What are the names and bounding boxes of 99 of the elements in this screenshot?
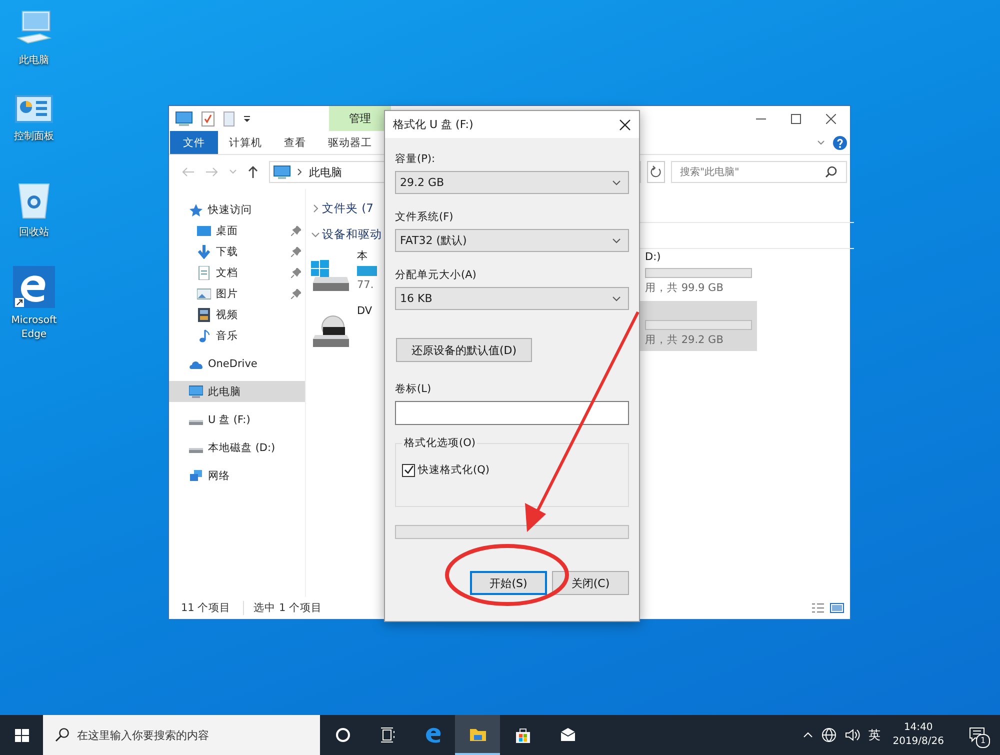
input-method-indicator[interactable]: 英: [868, 726, 881, 744]
clock-date[interactable]: 2019/8/26: [892, 735, 944, 749]
clock-time[interactable]: 14:40: [904, 721, 933, 735]
speaker-icon[interactable]: [844, 728, 861, 742]
dropdown-icon[interactable]: [243, 114, 251, 122]
drive-name: D:): [645, 251, 662, 265]
chevron-right-icon[interactable]: [311, 204, 320, 212]
drive-icon: [189, 448, 203, 452]
picture-icon: [197, 286, 211, 300]
taskbar-search-field[interactable]: 在这里输入你要搜索的内容: [43, 715, 320, 755]
network-icon[interactable]: [820, 727, 837, 743]
nav-item[interactable]: 文档: [169, 262, 305, 283]
nav-item[interactable]: 网络: [169, 465, 305, 486]
dropdown[interactable]: FAT32 (默认): [395, 229, 629, 252]
dialog-title: 格式化 U 盘 (F:): [393, 117, 474, 132]
address-text: 此电脑: [309, 164, 342, 180]
shopping-bag-icon: [514, 726, 530, 744]
restore-defaults-button[interactable]: 还原设备的默认值(D): [396, 338, 532, 362]
drive-name: 本: [357, 249, 369, 263]
drive-name: DV: [357, 305, 372, 319]
volume-label-input[interactable]: [395, 401, 629, 425]
ribbon-tab[interactable]: 文件: [170, 131, 218, 154]
up-arrow-icon[interactable]: [247, 165, 259, 179]
chevron-up-icon[interactable]: [802, 732, 813, 738]
ribbon-tab[interactable]: 计算机: [218, 131, 273, 154]
notification-button[interactable]: 1: [962, 720, 992, 750]
cortana-icon: [334, 726, 350, 744]
down-arrow-icon: [197, 244, 211, 258]
computer-icon: [175, 110, 193, 126]
edge-icon[interactable]: [13, 266, 55, 308]
desktop-icon: [197, 224, 211, 238]
star-icon: [189, 202, 203, 216]
envelope-icon: [560, 726, 576, 744]
nav-item[interactable]: 图片: [169, 283, 305, 304]
help-icon[interactable]: [833, 136, 847, 150]
search-icon: [825, 166, 837, 178]
checkbox[interactable]: [402, 464, 415, 476]
field-label: 容量(P):: [395, 152, 436, 166]
chevron-down-icon: [612, 180, 621, 186]
group-header[interactable]: 设备和驱动: [322, 226, 382, 242]
tiles-view-icon[interactable]: [830, 603, 844, 613]
control-panel-icon[interactable]: [14, 94, 54, 124]
drive-space-text: 77.: [357, 279, 375, 291]
ribbon-tab[interactable]: 查看: [273, 131, 317, 154]
field-label: 文件系统(F): [395, 210, 454, 224]
chevron-down-icon: [612, 238, 621, 244]
network-icon: [189, 468, 203, 482]
selection-count: 选中 1 个项目: [242, 601, 322, 615]
message-icon: [969, 727, 985, 743]
computer-icon: [273, 165, 291, 179]
refresh-icon[interactable]: [647, 161, 665, 183]
chevron-down-icon[interactable]: [311, 230, 320, 238]
close-icon[interactable]: [619, 118, 631, 130]
dvd-drive-icon[interactable]: [311, 315, 351, 349]
details-view-icon[interactable]: [812, 603, 824, 613]
search-field[interactable]: 搜索"此电脑": [671, 161, 847, 183]
notification-count: 1: [976, 734, 990, 748]
maximize-icon[interactable]: [791, 114, 801, 124]
item-count: 11 个项目: [181, 601, 231, 615]
field-label: 卷标(L): [395, 382, 432, 396]
nav-item[interactable]: 本地磁盘 (D:): [169, 437, 305, 458]
group-title: 格式化选项(O): [402, 436, 478, 450]
properties-icon[interactable]: [201, 110, 215, 126]
drive-icon: [189, 420, 203, 424]
nav-item[interactable]: 下载: [169, 241, 305, 262]
group-header[interactable]: 文件夹 (7: [322, 200, 374, 216]
chevron-down-icon: [612, 296, 621, 302]
edge-icon: [424, 726, 440, 744]
usage-bar: [357, 266, 377, 276]
task-view-icon: [380, 726, 396, 744]
nav-item[interactable]: 此电脑: [169, 381, 305, 402]
nav-item[interactable]: 桌面: [169, 220, 305, 241]
chevron-right-icon: [297, 168, 303, 176]
nav-item[interactable]: 视频: [169, 304, 305, 325]
search-icon: [55, 728, 69, 742]
computer-icon: [189, 384, 203, 398]
chevron-down-icon[interactable]: [817, 140, 825, 146]
context-tab-header: 管理: [329, 106, 391, 131]
check-icon: [404, 465, 414, 475]
ribbon-tab[interactable]: 驱动器工: [317, 131, 383, 154]
checkbox-label[interactable]: 快速格式化(Q): [418, 463, 490, 477]
music-note-icon: [197, 328, 211, 342]
dropdown[interactable]: 29.2 GB: [395, 171, 629, 194]
document-icon: [197, 266, 211, 280]
nav-item[interactable]: U 盘 (F:): [169, 409, 305, 430]
drive-space-text: 用，共 99.9 GB: [645, 281, 724, 295]
start-button[interactable]: 开始(S): [470, 571, 547, 595]
windows-drive-icon[interactable]: [311, 259, 351, 293]
dropdown[interactable]: 16 KB: [395, 287, 629, 310]
drive-space-text: 用，共 29.2 GB: [645, 333, 724, 347]
close-icon[interactable]: [826, 114, 836, 124]
nav-item[interactable]: 音乐: [169, 325, 305, 346]
nav-item[interactable]: 快速访问: [169, 199, 305, 220]
close-button[interactable]: 关闭(C): [552, 571, 629, 595]
desktop-icon-label[interactable]: Microsoft Edge: [4, 314, 64, 342]
drive-tile[interactable]: 用，共 29.2 GB: [639, 301, 757, 351]
film-icon: [197, 308, 211, 322]
nav-item[interactable]: OneDrive: [169, 353, 305, 374]
field-label: 分配单元大小(A): [395, 268, 478, 282]
